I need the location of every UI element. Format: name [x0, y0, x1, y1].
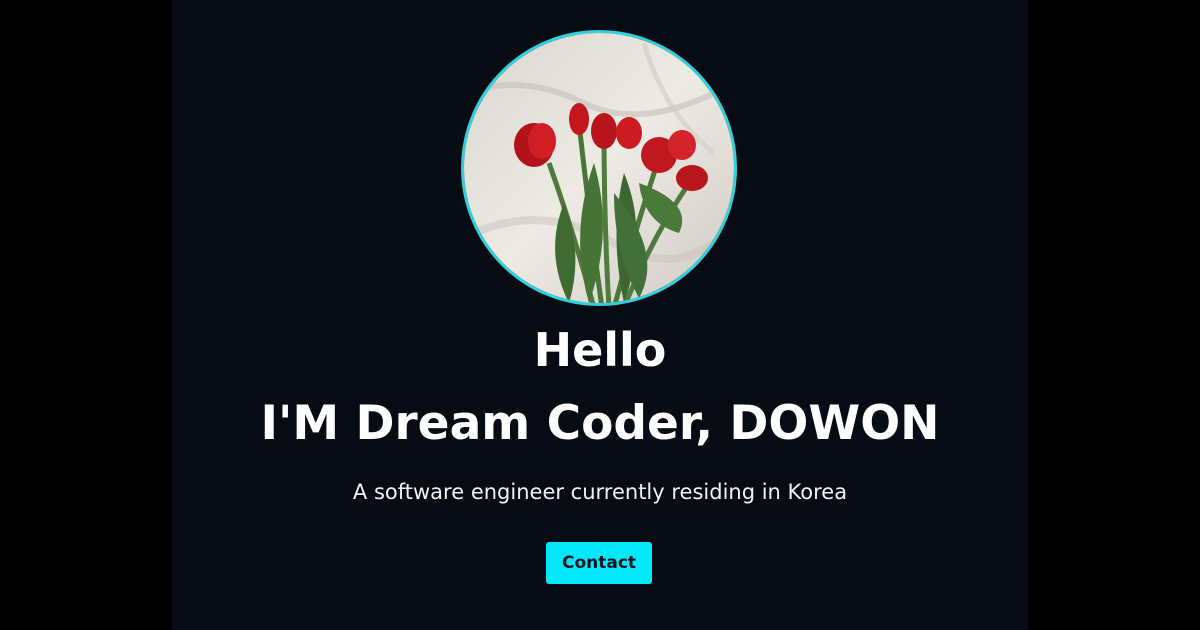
greeting-heading: Hello [533, 323, 667, 377]
name-heading: I'M Dream Coder, DOWON [260, 396, 940, 451]
screen-frame: Hello I'M Dream Coder, DOWON A software … [0, 0, 1200, 630]
contact-button[interactable]: Contact [546, 542, 652, 584]
tulip-bouquet-photo [464, 33, 734, 303]
avatar [461, 30, 737, 306]
tagline: A software engineer currently residing i… [352, 480, 848, 504]
